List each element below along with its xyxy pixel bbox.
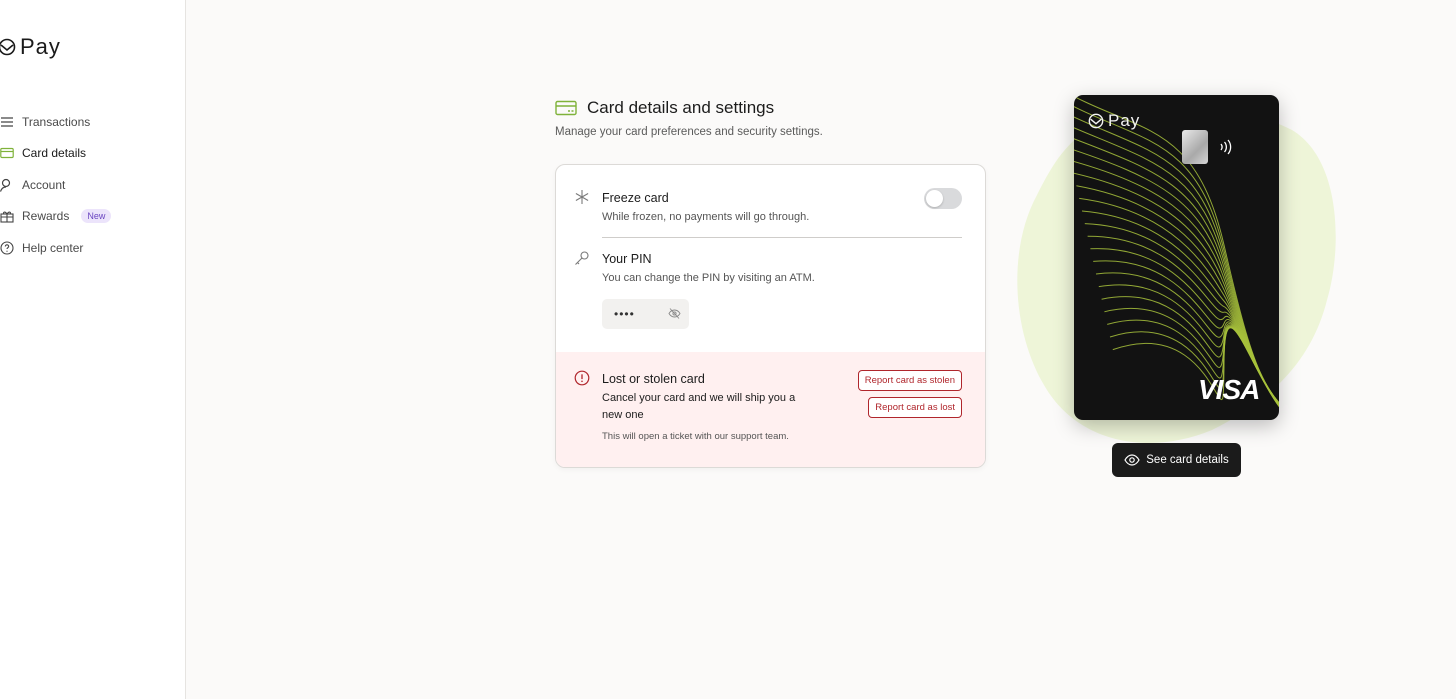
pin-field[interactable]: ••••	[602, 299, 689, 329]
user-icon	[0, 178, 14, 192]
snowflake-icon	[575, 190, 589, 204]
gift-icon	[0, 209, 14, 223]
eye-off-icon[interactable]	[668, 307, 681, 320]
pay-logo-icon	[1088, 113, 1104, 129]
sidebar-item-label: Transactions	[22, 114, 91, 129]
freeze-card-description: While frozen, no payments will go throug…	[602, 211, 810, 223]
card-icon	[0, 146, 14, 160]
list-icon	[0, 115, 14, 129]
page-subtitle: Manage your card preferences and securit…	[555, 126, 823, 138]
card-wave-line	[1074, 106, 1279, 404]
sidebar-item-label: Help center	[22, 240, 84, 255]
toggle-knob	[926, 190, 943, 207]
contactless-icon	[1220, 139, 1232, 155]
card-pattern	[1074, 95, 1279, 408]
freeze-card-row: Freeze card While frozen, no payments wi…	[556, 165, 985, 238]
report-stolen-button[interactable]: Report card as stolen	[857, 370, 962, 391]
lost-stolen-title: Lost or stolen card	[602, 372, 705, 386]
new-badge: New	[81, 209, 112, 224]
visa-logo: VISA	[1198, 374, 1260, 405]
pin-masked-value: ••••	[614, 307, 635, 321]
card-brand-logo: Pay	[1088, 111, 1140, 131]
sidebar-item-help-center[interactable]: Help center	[0, 232, 186, 264]
card-chip	[1182, 130, 1208, 164]
sidebar-item-rewards[interactable]: Rewards New	[0, 201, 186, 233]
page-title: Card details and settings	[587, 98, 775, 117]
pin-row: Your PIN You can change the PIN by visit…	[556, 238, 985, 352]
see-card-details-button[interactable]: See card details	[1112, 443, 1241, 477]
help-icon	[0, 241, 14, 255]
see-card-details-label: See card details	[1146, 454, 1229, 466]
lost-stolen-section: Lost or stolen card Cancel your card and…	[556, 352, 985, 467]
pin-title: Your PIN	[602, 252, 652, 266]
brand-name: Pay	[20, 34, 61, 59]
brand-logo[interactable]: Pay	[0, 34, 61, 60]
alert-circle-icon	[574, 370, 590, 386]
lost-stolen-description: Cancel your card and we will ship you a …	[602, 392, 796, 421]
lost-stolen-note: This will open a ticket with our support…	[602, 431, 789, 442]
key-icon	[575, 251, 589, 265]
card-brand-name: Pay	[1108, 111, 1141, 130]
report-lost-button[interactable]: Report card as lost	[868, 397, 962, 418]
pin-description: You can change the PIN by visiting an AT…	[602, 272, 815, 284]
sidebar: Pay Transactions Card details Account Re…	[0, 0, 186, 699]
pay-logo-icon	[0, 38, 16, 56]
card-settings-panel: Freeze card While frozen, no payments wi…	[555, 164, 986, 468]
freeze-card-toggle[interactable]	[924, 188, 962, 209]
sidebar-item-label: Account	[22, 177, 66, 192]
payment-card: Pay VISA	[1074, 95, 1279, 420]
sidebar-item-card-details[interactable]: Card details	[0, 138, 186, 170]
sidebar-item-label: Card details	[22, 146, 87, 161]
sidebar-nav: Transactions Card details Account Reward…	[0, 106, 186, 264]
card-icon	[555, 100, 577, 116]
freeze-card-title: Freeze card	[602, 191, 669, 205]
sidebar-item-label: Rewards	[22, 209, 70, 224]
sidebar-item-transactions[interactable]: Transactions	[0, 106, 186, 138]
sidebar-item-account[interactable]: Account	[0, 169, 186, 201]
page-header: Card details and settings Manage your ca…	[555, 98, 823, 138]
eye-icon	[1124, 454, 1140, 466]
